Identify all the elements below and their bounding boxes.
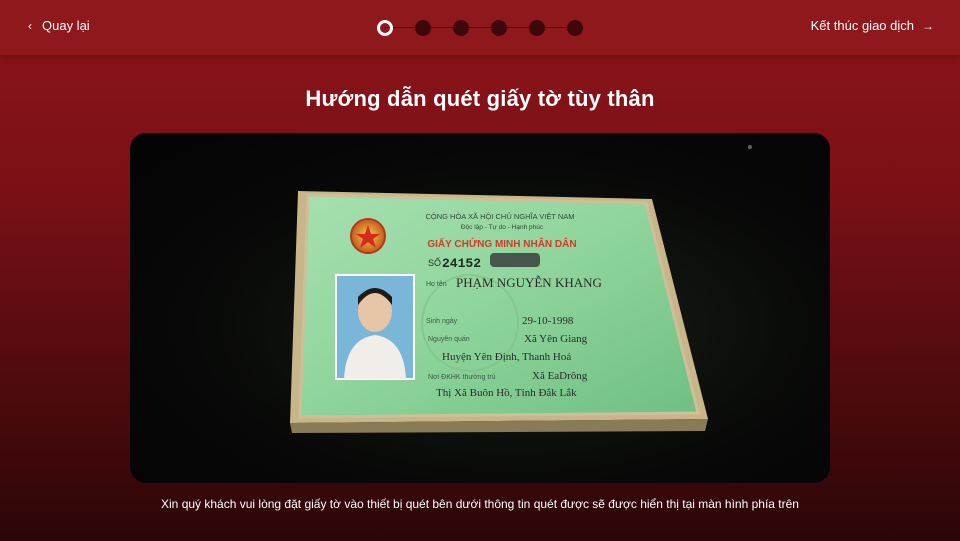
card-origin-1: Xã Yên Giang bbox=[524, 333, 588, 345]
step-5 bbox=[529, 20, 545, 36]
card-name-label: Họ tên bbox=[426, 281, 447, 288]
card-number-label: SỐ bbox=[428, 257, 441, 268]
card-country-line: CỘNG HÒA XÃ HỘI CHỦ NGHĨA VIỆT NAM bbox=[425, 212, 574, 221]
finish-transaction-button[interactable]: Kết thúc giao dịch → bbox=[811, 18, 934, 33]
finish-label: Kết thúc giao dịch bbox=[810, 18, 914, 33]
card-origin-2: Huyện Yên Định, Thanh Hoá bbox=[442, 351, 571, 363]
page-title: Hướng dẫn quét giấy tờ tùy thân bbox=[305, 86, 655, 111]
step-4 bbox=[491, 20, 507, 36]
card-residence-1: Xã EaDrông bbox=[532, 370, 588, 382]
progress-line bbox=[385, 27, 575, 28]
card-motto: Độc lập - Tự do - Hạnh phúc bbox=[461, 224, 544, 231]
card-residence-label: Nơi ĐKHK thường trú bbox=[428, 374, 496, 381]
progress-steps bbox=[375, 18, 585, 38]
step-1-active bbox=[377, 20, 393, 36]
scan-instruction-text: Xin quý khách vui lòng đặt giấy tờ vào t… bbox=[161, 497, 799, 511]
card-number: 24152 bbox=[442, 256, 481, 271]
step-2 bbox=[415, 20, 431, 36]
redacted-number-blur bbox=[490, 253, 540, 267]
arrow-right-icon: → bbox=[922, 18, 934, 33]
card-dob-label: Sinh ngày bbox=[426, 318, 458, 325]
back-label: Quay lại bbox=[42, 18, 90, 33]
top-bar: ‹ Quay lại Kết thúc giao dịch → bbox=[0, 0, 960, 55]
card-name: PHẠM NGUYỄN KHANG bbox=[456, 275, 602, 290]
step-6 bbox=[567, 20, 583, 36]
id-card-sample-photo: CỘNG HÒA XÃ HỘI CHỦ NGHĨA VIỆT NAM Độc l… bbox=[130, 133, 830, 483]
card-doc-title: GIẤY CHỨNG MINH NHÂN DÂN bbox=[427, 237, 576, 250]
card-dob: 29-10-1998 bbox=[522, 315, 574, 327]
chevron-left-icon: ‹ bbox=[28, 18, 32, 33]
step-3 bbox=[453, 20, 469, 36]
card-origin-label: Nguyên quán bbox=[428, 336, 470, 343]
back-button[interactable]: ‹ Quay lại bbox=[28, 18, 90, 33]
card-residence-2: Thị Xã Buôn Hồ, Tỉnh Đắk Lắk bbox=[436, 387, 577, 399]
